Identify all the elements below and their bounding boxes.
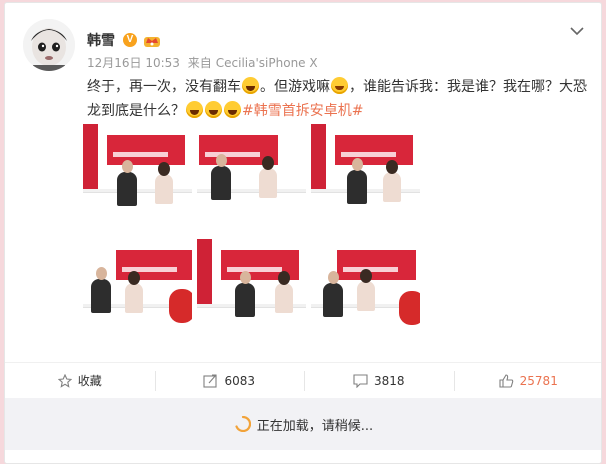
photo-thumbnail[interactable] — [311, 239, 420, 348]
weibo-post-card: 韩雪 V 12月16日 10:53 来自 Cecilia'siPhone X 终于… — [4, 2, 602, 464]
source-prefix: 来自 — [187, 56, 212, 70]
photo-thumbnail[interactable] — [197, 124, 306, 233]
verified-icon[interactable]: V — [123, 33, 137, 47]
photo-thumbnail[interactable] — [83, 124, 192, 233]
author-row: 韩雪 V — [87, 31, 161, 49]
post-source[interactable]: Cecilia'siPhone X — [216, 56, 318, 70]
grin-emoji-icon — [242, 77, 259, 94]
hashtag-link[interactable]: #韩雪首拆安卓机# — [242, 103, 363, 119]
post-text: 终于，再一次，没有翻车 。但游戏嘛 ，谁能告诉我：我是谁？我在哪？大恐龙到底是什么？… — [87, 75, 587, 123]
loading-text: 正在加载，请稍候... — [256, 418, 374, 434]
repost-button[interactable]: 6083 — [154, 363, 305, 398]
repost-count: 6083 — [224, 373, 256, 388]
loading-indicator: 正在加载，请稍候... — [5, 398, 601, 450]
comment-count: 3818 — [373, 373, 405, 388]
author-name[interactable]: 韩雪 — [87, 30, 115, 50]
chevron-down-icon[interactable] — [569, 23, 585, 39]
post-text-part1: 终于，再一次，没有翻车 — [87, 79, 241, 95]
thumb-up-icon — [499, 373, 513, 388]
spinner-icon — [235, 416, 251, 432]
post-text-part2: 。但游戏嘛 — [260, 79, 330, 95]
share-icon — [203, 373, 218, 388]
laugh-emoji-icon — [224, 101, 241, 118]
star-icon — [57, 373, 72, 388]
photo-thumbnail[interactable] — [311, 124, 420, 233]
post-meta: 12月16日 10:53 来自 Cecilia'siPhone X — [87, 54, 322, 71]
comment-button[interactable]: 3818 — [304, 363, 454, 398]
crown-icon[interactable] — [143, 33, 161, 47]
avatar[interactable] — [23, 19, 75, 71]
favorite-button[interactable]: 收藏 — [5, 363, 155, 398]
laugh-emoji-icon — [186, 101, 203, 118]
action-bar: 收藏 6083 3818 25781 — [5, 362, 602, 398]
like-count: 25781 — [519, 373, 558, 388]
photo-thumbnail[interactable] — [83, 239, 192, 348]
like-button[interactable]: 25781 — [453, 363, 602, 398]
favorite-label: 收藏 — [77, 374, 102, 388]
photo-thumbnail[interactable] — [197, 239, 306, 348]
post-time[interactable]: 12月16日 10:53 — [87, 56, 180, 70]
shy-emoji-icon — [331, 77, 348, 94]
laugh-emoji-icon — [205, 101, 222, 118]
comment-icon — [353, 373, 368, 388]
